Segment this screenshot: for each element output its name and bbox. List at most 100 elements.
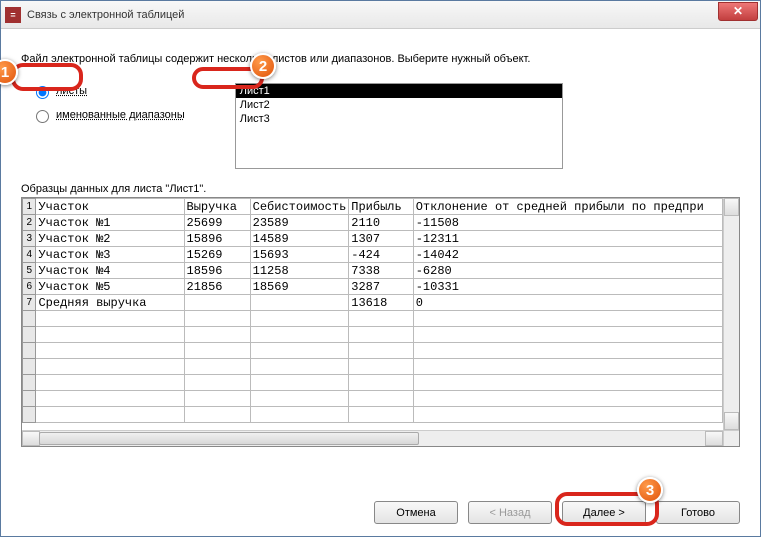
cell: 25699 [184,215,250,231]
cell: 23589 [250,215,349,231]
row-number: 6 [23,279,36,295]
badge-2: 2 [250,53,276,79]
scrollbar-thumb[interactable] [39,432,419,445]
close-button[interactable]: ✕ [718,2,758,21]
cell: -424 [349,247,413,263]
sample-data-label: Образцы данных для листа "Лист1". [21,183,740,195]
cell: Отклонение от средней прибыли по предпри [413,199,722,215]
row-number: 7 [23,295,36,311]
cell: 18569 [250,279,349,295]
window-title: Связь с электронной таблицей [27,9,184,21]
row-number [23,327,36,343]
cell: -10331 [413,279,722,295]
cell [36,359,184,375]
app-icon: = [5,7,21,23]
cell: -6280 [413,263,722,279]
radio-group: листы именованные диапазоны [21,83,185,169]
cell [250,359,349,375]
cell [250,407,349,423]
sheets-listbox[interactable]: Лист1Лист2Лист3 [235,83,563,169]
content-area: Файл электронной таблицы содержит нескол… [1,29,760,536]
cell: 7338 [349,263,413,279]
cell [250,295,349,311]
cell [413,407,722,423]
listbox-item[interactable]: Лист3 [236,112,562,126]
wizard-window: = Связь с электронной таблицей ✕ Файл эл… [0,0,761,537]
cell [36,327,184,343]
row-number [23,375,36,391]
cell: 13618 [349,295,413,311]
cell: 2110 [349,215,413,231]
cell [413,327,722,343]
cell [413,359,722,375]
cell: 18596 [184,263,250,279]
cell: 3287 [349,279,413,295]
row-number: 1 [23,199,36,215]
instruction-text: Файл электронной таблицы содержит нескол… [21,53,740,65]
titlebar: = Связь с электронной таблицей ✕ [1,1,760,29]
cell: Средняя выручка [36,295,184,311]
cell [349,407,413,423]
back-button[interactable]: < Назад [468,501,552,524]
cell [184,375,250,391]
cell: Прибыль [349,199,413,215]
cell [250,311,349,327]
highlight-1 [11,63,83,91]
sample-data-table: 1УчастокВыручкаСебистоимостьПрибыльОткло… [21,197,740,447]
badge-3: 3 [637,477,663,503]
cell [349,311,413,327]
grid: 1УчастокВыручкаСебистоимостьПрибыльОткло… [22,198,723,423]
row-number [23,407,36,423]
cell [184,391,250,407]
cell [36,343,184,359]
cell: 14589 [250,231,349,247]
row-number [23,391,36,407]
cell: -11508 [413,215,722,231]
cell: 1307 [349,231,413,247]
cell [184,327,250,343]
cell [349,391,413,407]
cell: Выручка [184,199,250,215]
cell [250,391,349,407]
cell [349,327,413,343]
listbox-item[interactable]: Лист1 [236,84,562,98]
cell: -12311 [413,231,722,247]
vertical-scrollbar[interactable] [723,198,739,430]
cell [250,343,349,359]
radio-ranges-label[interactable]: именованные диапазоны [56,109,185,121]
row-number: 3 [23,231,36,247]
cell: Участок [36,199,184,215]
cancel-button[interactable]: Отмена [374,501,458,524]
row-number [23,359,36,375]
cell [349,359,413,375]
cell [36,407,184,423]
cell: 15693 [250,247,349,263]
cell [184,407,250,423]
cell [184,343,250,359]
cell [184,311,250,327]
cell: Участок №5 [36,279,184,295]
cell [413,391,722,407]
listbox-item[interactable]: Лист2 [236,98,562,112]
scroll-corner [723,430,739,446]
finish-button[interactable]: Готово [656,501,740,524]
cell: 11258 [250,263,349,279]
cell: 15269 [184,247,250,263]
horizontal-scrollbar[interactable] [22,430,723,446]
row-number [23,343,36,359]
cell [250,327,349,343]
cell: Участок №4 [36,263,184,279]
row-number [23,311,36,327]
cell: Себистоимость [250,199,349,215]
cell [184,359,250,375]
cell: Участок №2 [36,231,184,247]
cell [413,375,722,391]
cell [250,375,349,391]
cell: Участок №3 [36,247,184,263]
row-number: 5 [23,263,36,279]
cell [36,391,184,407]
cell [349,343,413,359]
cell [36,311,184,327]
radio-ranges[interactable] [36,110,49,123]
cell: 0 [413,295,722,311]
